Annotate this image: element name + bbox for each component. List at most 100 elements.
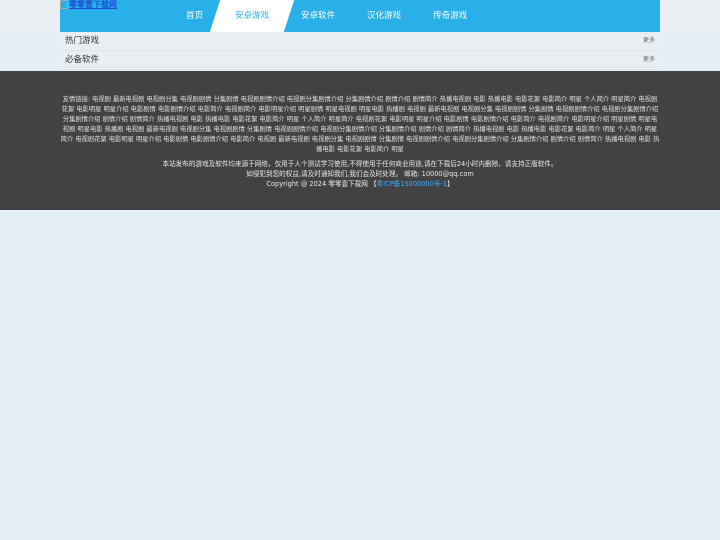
friend-link[interactable]: 明星电影 [359, 106, 384, 113]
friend-link[interactable]: 电影花絮 [232, 116, 257, 123]
nav-item[interactable]: 汉化游戏 [351, 0, 417, 32]
friend-link[interactable]: 明星剧情 [298, 106, 323, 113]
friend-link[interactable]: 剧情简介 [412, 96, 437, 103]
friend-link[interactable]: 明星介绍 [416, 116, 441, 123]
friend-link[interactable]: 热播电影 [488, 96, 513, 103]
friend-link[interactable]: 最新电视剧 [278, 136, 309, 143]
friend-link[interactable]: 个人简介 [617, 126, 642, 133]
friend-link[interactable]: 分集剧情 [213, 96, 238, 103]
friend-link[interactable]: 电影明星介绍 [571, 116, 609, 123]
friend-link[interactable]: 热播电视剧 [473, 126, 504, 133]
friend-link[interactable]: 热播电视剧 [605, 136, 636, 143]
friend-link[interactable]: 电影剧情 [444, 116, 469, 123]
friend-link[interactable]: 电视剧分集 [180, 126, 211, 133]
friend-link[interactable]: 电影明星 [76, 106, 101, 113]
friend-link[interactable]: 电视剧花絮 [75, 136, 106, 143]
friend-link[interactable]: 最新电视剧 [428, 106, 459, 113]
friend-link[interactable]: 明星 [391, 146, 404, 153]
friend-link[interactable]: 电影简介 [542, 96, 567, 103]
friend-link[interactable]: 电影 [190, 116, 203, 123]
friend-link[interactable]: 电影 [507, 126, 520, 133]
friend-link[interactable]: 电视剧 [126, 126, 145, 133]
friend-link[interactable]: 剧情简介 [130, 116, 155, 123]
friend-link[interactable]: 电影剧情 [163, 136, 188, 143]
friend-link[interactable]: 分集剧情 [379, 136, 404, 143]
friend-link[interactable]: 电视剧分集剧情介绍 [452, 136, 509, 143]
friend-link[interactable]: 电视剧 [92, 96, 111, 103]
friend-link[interactable]: 电影明星 [389, 116, 414, 123]
friend-link[interactable]: 剧情介绍 [103, 116, 128, 123]
friend-link[interactable]: 个人简介 [584, 96, 609, 103]
friend-link[interactable]: 电影花絮 [337, 146, 362, 153]
friend-link[interactable]: 电视剧花絮 [356, 116, 387, 123]
friend-link[interactable]: 热播剧 [386, 106, 405, 113]
friend-link[interactable]: 电影剧情介绍 [471, 116, 509, 123]
nav-item[interactable]: 安卓游戏 [219, 0, 285, 32]
friend-link[interactable]: 明星简介 [329, 116, 354, 123]
friend-link[interactable]: 电视剧分集剧情介绍 [320, 126, 377, 133]
friend-link[interactable]: 电视剧分集剧情介绍 [602, 106, 659, 113]
friend-link[interactable]: 电影简介 [511, 116, 536, 123]
friend-link[interactable]: 明星简介 [611, 96, 636, 103]
friend-link[interactable]: 电影 [638, 136, 651, 143]
friend-link[interactable]: 剧情简介 [446, 126, 471, 133]
icp-link[interactable]: 粤ICP备15000000号-1 [377, 180, 447, 188]
friend-link[interactable]: 电视剧剧情 [495, 106, 526, 113]
friend-link[interactable]: 电视剧 [257, 136, 276, 143]
nav-item[interactable]: 安卓软件 [285, 0, 351, 32]
friend-link[interactable]: 电影简介 [230, 136, 255, 143]
friend-link[interactable]: 电影明星 [109, 136, 134, 143]
friend-link[interactable]: 电影剧情 [131, 106, 156, 113]
friend-link[interactable]: 热播电影 [521, 126, 546, 133]
friend-link[interactable]: 电视剧分集 [312, 136, 343, 143]
friend-link[interactable]: 明星 [569, 96, 582, 103]
friend-link[interactable]: 电视剧 [407, 106, 426, 113]
friend-link[interactable]: 剧情介绍 [385, 96, 410, 103]
friend-link[interactable]: 明星电视剧 [325, 106, 356, 113]
friend-link[interactable]: 电视剧分集 [461, 106, 492, 113]
friend-link[interactable]: 电视剧剧情介绍 [406, 136, 450, 143]
friend-link[interactable]: 明星 [603, 126, 616, 133]
friend-link[interactable]: 电影剧情介绍 [190, 136, 228, 143]
friend-link[interactable]: 电影剧情介绍 [158, 106, 196, 113]
friend-link[interactable]: 电视剧剧情 [213, 126, 244, 133]
friend-link[interactable]: 电视剧剧情介绍 [274, 126, 318, 133]
friend-link[interactable]: 电视剧简介 [225, 106, 256, 113]
friend-link[interactable]: 分集剧情 [247, 126, 272, 133]
friend-link[interactable]: 分集剧情介绍 [63, 116, 101, 123]
friend-link[interactable]: 分集剧情介绍 [511, 136, 549, 143]
friend-link[interactable]: 个人简介 [301, 116, 326, 123]
friend-link[interactable]: 电影简介 [198, 106, 223, 113]
friend-link[interactable]: 电影简介 [576, 126, 601, 133]
friend-link[interactable]: 剧情简介 [578, 136, 603, 143]
friend-link[interactable]: 电影 [473, 96, 486, 103]
friend-link[interactable]: 电影简介 [260, 116, 285, 123]
friend-link[interactable]: 电视剧剧情介绍 [556, 106, 600, 113]
friend-link[interactable]: 最新电视剧 [113, 96, 144, 103]
friend-link[interactable]: 热播电视剧 [440, 96, 471, 103]
friend-link[interactable]: 电影花絮 [515, 96, 540, 103]
friend-link[interactable]: 电影明星介绍 [258, 106, 296, 113]
friend-link[interactable]: 电视剧简介 [538, 116, 569, 123]
friend-link[interactable]: 剧情介绍 [551, 136, 576, 143]
friend-link[interactable]: 热播剧 [105, 126, 124, 133]
friend-link[interactable]: 分集剧情介绍 [379, 126, 417, 133]
friend-link[interactable]: 明星介绍 [136, 136, 161, 143]
friend-link[interactable]: 剧情介绍 [419, 126, 444, 133]
friend-link[interactable]: 明星 [287, 116, 300, 123]
friend-link[interactable]: 电视剧分集剧情介绍 [287, 96, 344, 103]
friend-link[interactable]: 电视剧分集 [146, 96, 177, 103]
more-link[interactable]: 更多 [643, 32, 655, 50]
friend-link[interactable]: 分集剧情 [528, 106, 553, 113]
friend-link[interactable]: 电视剧剧情 [180, 96, 211, 103]
friend-link[interactable]: 热播电视剧 [157, 116, 188, 123]
friend-link[interactable]: 最新电视剧 [146, 126, 177, 133]
friend-link[interactable]: 分集剧情介绍 [345, 96, 383, 103]
friend-link[interactable]: 热播电影 [205, 116, 230, 123]
friend-link[interactable]: 电影简介 [364, 146, 389, 153]
friend-link[interactable]: 明星电影 [77, 126, 102, 133]
friend-link[interactable]: 明星剧情 [611, 116, 636, 123]
friend-link[interactable]: 电视剧剧情 [345, 136, 376, 143]
friend-link[interactable]: 明星介绍 [103, 106, 128, 113]
friend-link[interactable]: 电影花絮 [548, 126, 573, 133]
